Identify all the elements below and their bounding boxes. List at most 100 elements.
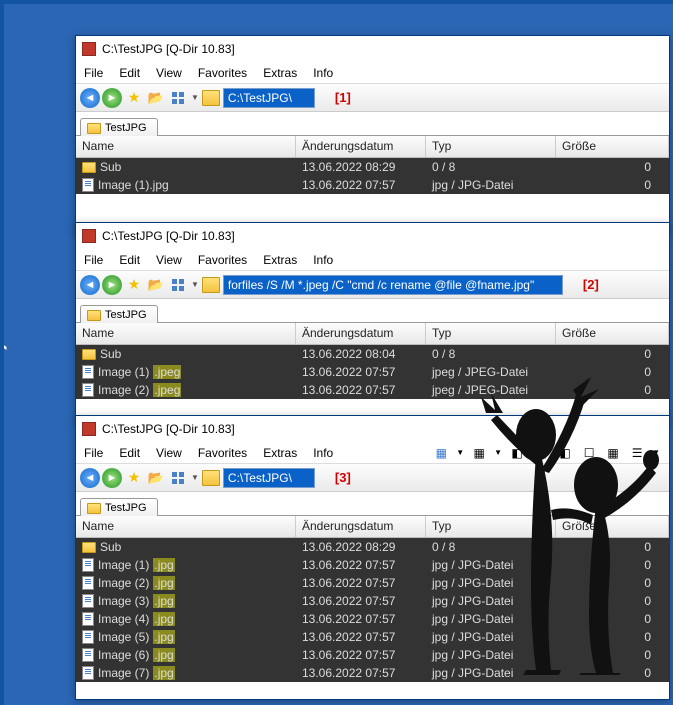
- menu-file[interactable]: File: [84, 66, 103, 80]
- col-name[interactable]: Name: [76, 323, 296, 344]
- window-title: C:\TestJPG [Q-Dir 10.83]: [102, 422, 235, 436]
- menu-edit[interactable]: Edit: [119, 66, 140, 80]
- view-mode-button[interactable]: [168, 468, 188, 488]
- titlebar[interactable]: C:\TestJPG [Q-Dir 10.83]: [76, 416, 669, 442]
- table-row[interactable]: Image (2).jpg13.06.2022 07:57jpg / JPG-D…: [76, 574, 669, 592]
- cell-date: 13.06.2022 07:57: [296, 178, 426, 192]
- address-input[interactable]: [223, 275, 563, 295]
- table-row[interactable]: Image (3).jpg13.06.2022 07:57jpg / JPG-D…: [76, 592, 669, 610]
- folder-open-button[interactable]: 📂: [146, 275, 166, 295]
- cell-date: 13.06.2022 07:57: [296, 383, 426, 397]
- split-h-btn[interactable]: ⬒: [531, 443, 551, 463]
- file-name: Sub: [100, 347, 121, 361]
- cell-type: 0 / 8: [426, 160, 556, 174]
- table-row[interactable]: Sub13.06.2022 08:040 / 80: [76, 345, 669, 363]
- layout-btn[interactable]: ▦: [431, 443, 451, 463]
- col-size[interactable]: Größe: [556, 323, 669, 344]
- view-btn[interactable]: ◧: [507, 443, 527, 463]
- menu-view[interactable]: View: [156, 66, 182, 80]
- highlight-ext: .jpg: [153, 558, 174, 572]
- table-row[interactable]: Sub13.06.2022 08:290 / 80: [76, 158, 669, 176]
- menu-file[interactable]: File: [84, 253, 103, 267]
- tab-testjpg[interactable]: TestJPG: [80, 305, 158, 323]
- nav-forward-button[interactable]: ►: [102, 275, 122, 295]
- table-row[interactable]: Sub13.06.2022 08:290 / 80: [76, 538, 669, 556]
- file-list[interactable]: Sub13.06.2022 08:040 / 80Image (1).jpeg1…: [76, 345, 669, 399]
- file-icon: [82, 383, 94, 397]
- tab-bar: TestJPG: [76, 299, 669, 323]
- dropdown-icon[interactable]: ▼: [190, 93, 200, 102]
- col-size[interactable]: Größe: [556, 516, 669, 537]
- grid-btn[interactable]: ▦: [469, 443, 489, 463]
- dropdown-icon[interactable]: ▼: [190, 473, 200, 482]
- menubar: File Edit View Favorites Extras Info ▦▼ …: [76, 442, 669, 464]
- cell-date: 13.06.2022 07:57: [296, 648, 426, 662]
- col-name[interactable]: Name: [76, 516, 296, 537]
- folder-open-button[interactable]: 📂: [146, 88, 166, 108]
- nav-back-button[interactable]: ◄: [80, 88, 100, 108]
- menu-favorites[interactable]: Favorites: [198, 253, 247, 267]
- favorites-button[interactable]: ★: [124, 468, 144, 488]
- tab-testjpg[interactable]: TestJPG: [80, 498, 158, 516]
- menu-view[interactable]: View: [156, 253, 182, 267]
- table-row[interactable]: Image (7).jpg13.06.2022 07:57jpg / JPG-D…: [76, 664, 669, 682]
- col-date[interactable]: Änderungsdatum: [296, 136, 426, 157]
- file-list[interactable]: Sub13.06.2022 08:290 / 80Image (1).jpg13…: [76, 158, 669, 194]
- split-v-btn[interactable]: ◧: [555, 443, 575, 463]
- titlebar[interactable]: C:\TestJPG [Q-Dir 10.83]: [76, 223, 669, 249]
- menu-favorites[interactable]: Favorites: [198, 66, 247, 80]
- app-icon: [82, 42, 96, 56]
- table-row[interactable]: Image (5).jpg13.06.2022 07:57jpg / JPG-D…: [76, 628, 669, 646]
- menu-extras[interactable]: Extras: [263, 66, 297, 80]
- quad-btn[interactable]: ▦: [603, 443, 623, 463]
- menu-info[interactable]: Info: [313, 446, 333, 460]
- menu-extras[interactable]: Extras: [263, 253, 297, 267]
- menu-edit[interactable]: Edit: [119, 253, 140, 267]
- table-row[interactable]: Image (4).jpg13.06.2022 07:57jpg / JPG-D…: [76, 610, 669, 628]
- menu-edit[interactable]: Edit: [119, 446, 140, 460]
- titlebar[interactable]: C:\TestJPG [Q-Dir 10.83]: [76, 36, 669, 62]
- address-input[interactable]: [223, 88, 315, 108]
- view-mode-button[interactable]: [168, 275, 188, 295]
- favorites-button[interactable]: ★: [124, 275, 144, 295]
- tab-testjpg[interactable]: TestJPG: [80, 118, 158, 136]
- col-type[interactable]: Typ: [426, 516, 556, 537]
- menu-file[interactable]: File: [84, 446, 103, 460]
- file-list[interactable]: Sub13.06.2022 08:290 / 80Image (1).jpg13…: [76, 538, 669, 682]
- col-date[interactable]: Änderungsdatum: [296, 516, 426, 537]
- col-name[interactable]: Name: [76, 136, 296, 157]
- menu-favorites[interactable]: Favorites: [198, 446, 247, 460]
- col-type[interactable]: Typ: [426, 323, 556, 344]
- file-icon: [82, 365, 94, 379]
- menu-view[interactable]: View: [156, 446, 182, 460]
- folder-open-button[interactable]: 📂: [146, 468, 166, 488]
- menu-info[interactable]: Info: [313, 66, 333, 80]
- highlight-ext: .jpeg: [153, 365, 181, 379]
- cell-date: 13.06.2022 07:57: [296, 576, 426, 590]
- nav-back-button[interactable]: ◄: [80, 468, 100, 488]
- table-row[interactable]: Image (1).jpeg13.06.2022 07:57jpeg / JPE…: [76, 363, 669, 381]
- nav-forward-button[interactable]: ►: [102, 88, 122, 108]
- nav-back-button[interactable]: ◄: [80, 275, 100, 295]
- nav-forward-button[interactable]: ►: [102, 468, 122, 488]
- table-row[interactable]: Image (1).jpg13.06.2022 07:57jpg / JPG-D…: [76, 556, 669, 574]
- col-type[interactable]: Typ: [426, 136, 556, 157]
- table-row[interactable]: Image (1).jpg13.06.2022 07:57jpg / JPG-D…: [76, 176, 669, 194]
- dropdown-icon[interactable]: ▼: [190, 280, 200, 289]
- folder-icon: [202, 470, 220, 486]
- single-btn[interactable]: ☐: [579, 443, 599, 463]
- menu-info[interactable]: Info: [313, 253, 333, 267]
- file-name: Sub: [100, 540, 121, 554]
- address-bar: [202, 274, 563, 296]
- col-date[interactable]: Änderungsdatum: [296, 323, 426, 344]
- view-mode-button[interactable]: [168, 88, 188, 108]
- table-row[interactable]: Image (6).jpg13.06.2022 07:57jpg / JPG-D…: [76, 646, 669, 664]
- menu-extras[interactable]: Extras: [263, 446, 297, 460]
- favorites-button[interactable]: ★: [124, 88, 144, 108]
- table-row[interactable]: Image (2).jpeg13.06.2022 07:57jpeg / JPE…: [76, 381, 669, 399]
- address-bar: [202, 87, 315, 109]
- list-btn[interactable]: ☰: [627, 443, 647, 463]
- col-size[interactable]: Größe: [556, 136, 669, 157]
- address-input[interactable]: [223, 468, 315, 488]
- file-icon: [82, 594, 94, 608]
